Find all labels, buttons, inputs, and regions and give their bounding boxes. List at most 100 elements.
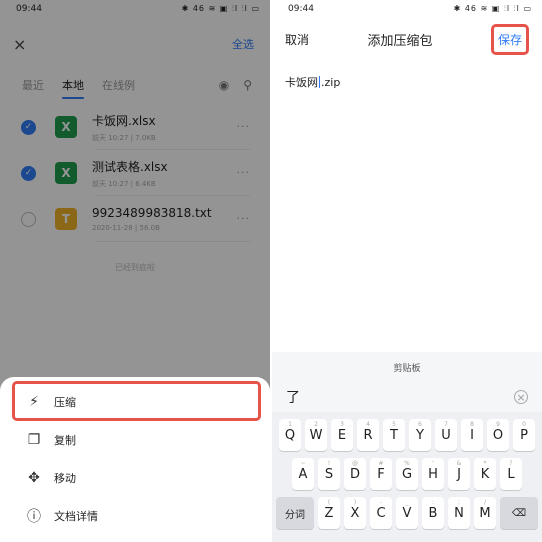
key-secondary-char: 3 [340, 421, 344, 428]
key-secondary-char: ( [327, 499, 331, 506]
key-v[interactable]: _ V [396, 497, 418, 529]
key-char: R [363, 427, 373, 443]
key-char: Z [324, 505, 334, 521]
key-char: J [457, 466, 461, 482]
key-i[interactable]: 8I [461, 419, 483, 451]
key-secondary-char: 7 [444, 421, 448, 428]
copy-label: 复制 [54, 434, 76, 447]
key-char: N [454, 505, 464, 521]
key-secondary-char: ? [509, 460, 513, 467]
top-bar: 取消 添加压缩包 保存 [272, 18, 542, 60]
key-row-1: 1Q2W3E4R5T6Y7U8I9O0P [272, 419, 542, 451]
key-row-3: 分词 (Z) X - C _ V: B; N / M ⌫ [272, 497, 542, 529]
key-char: X [350, 505, 360, 521]
page-title: 添加压缩包 [367, 33, 433, 49]
key-y[interactable]: 6Y [409, 419, 431, 451]
key-char: E [337, 427, 347, 443]
key-char: W [309, 427, 323, 443]
key-k[interactable]: * K [474, 458, 496, 490]
compress-label: 压缩 [54, 396, 76, 409]
key-p[interactable]: 0P [513, 419, 535, 451]
key-secondary-char: - [379, 499, 383, 506]
key-char: D [349, 466, 360, 482]
copy-action[interactable]: ❐ 复制 [0, 421, 270, 459]
key-char: I [470, 427, 474, 443]
key-o[interactable]: 9O [487, 419, 509, 451]
key-char: L [507, 466, 515, 482]
file-manager-screen: 09:44 ✱ 46 ≋ ▣ ⫶l ⫶l ▭ × 全选 最近 本地 在线例 ◉ … [0, 0, 270, 542]
key-char: M [479, 505, 491, 521]
key-e[interactable]: 3E [331, 419, 353, 451]
key-d[interactable]: @ D [344, 458, 366, 490]
key-u[interactable]: 7U [435, 419, 457, 451]
segment-key[interactable]: 分词 [276, 497, 314, 529]
move-icon: ✥ [28, 470, 40, 486]
doc-details-action[interactable]: ⓘ 文档详情 [0, 497, 270, 535]
key-secondary-char: / [483, 499, 487, 506]
key-secondary-char: ' [432, 460, 434, 467]
key-char: K [480, 466, 490, 482]
action-sheet: ⚡ 压缩 ❐ 复制 ✥ 移动 ⓘ 文档详情 [0, 377, 270, 542]
key-x[interactable]: ) X [344, 497, 366, 529]
key-m[interactable]: / M [474, 497, 496, 529]
key-char: Q [284, 427, 296, 443]
key-char: V [402, 505, 412, 521]
key-secondary-char: ; [457, 499, 461, 506]
key-char: H [428, 466, 438, 482]
candidate-bar: 了 × [272, 382, 542, 412]
key-g[interactable]: % G [396, 458, 418, 490]
key-secondary-char: % [404, 460, 410, 467]
key-char: Y [416, 427, 424, 443]
key-secondary-char: 6 [418, 421, 422, 428]
key-secondary-char: & [456, 460, 462, 467]
compress-action[interactable]: ⚡ 压缩 [0, 383, 270, 421]
key-b[interactable]: :B [422, 497, 444, 529]
key-char: O [492, 427, 504, 443]
key-secondary-char: ) [353, 499, 357, 506]
key-s[interactable]: ! S [318, 458, 340, 490]
key-secondary-char: 5 [392, 421, 396, 428]
save-button[interactable]: 保存 [490, 23, 529, 55]
archive-name-input[interactable]: 卡饭网 .zip [272, 60, 542, 352]
status-icons: ✱ 46 ≋ ▣ ⫶l ⫶l ▭ [453, 4, 532, 13]
archive-extension: .zip [321, 76, 341, 89]
key-c[interactable]: -C [370, 497, 392, 529]
compress-icon: ⚡ [29, 394, 39, 410]
key-n[interactable]: ; N [448, 497, 470, 529]
info-icon: ⓘ [27, 509, 41, 525]
move-label: 移动 [54, 472, 76, 485]
clear-candidate-icon[interactable]: × [514, 390, 528, 404]
cancel-button[interactable]: 取消 [285, 31, 309, 48]
key-q[interactable]: 1Q [279, 419, 301, 451]
add-archive-screen: 09:44 ✱ 46 ≋ ▣ ⫶l ⫶l ▭ 取消 添加压缩包 保存 卡饭网 .z… [272, 0, 542, 542]
backspace-key[interactable]: ⌫ [500, 497, 538, 529]
key-z[interactable]: (Z [318, 497, 340, 529]
key-j[interactable]: & J [448, 458, 470, 490]
key-r[interactable]: 4R [357, 419, 379, 451]
key-secondary-char: : [431, 499, 435, 506]
keyboard: 剪贴板 了 × 1Q2W3E4R5T6Y7U8I9O0P ~ A! S @ D # F% G '… [272, 352, 542, 542]
key-char: F [377, 466, 385, 482]
key-w[interactable]: 2W [305, 419, 327, 451]
key-char: T [390, 427, 398, 443]
key-secondary-char: 4 [366, 421, 370, 428]
key-row-2: ~ A! S @ D # F% G ' H & J * K? L [272, 458, 542, 490]
screenshot-root: 09:44 ✱ 46 ≋ ▣ ⫶l ⫶l ▭ × 全选 最近 本地 在线例 ◉ … [0, 0, 542, 542]
status-bar: 09:44 ✱ 46 ≋ ▣ ⫶l ⫶l ▭ [272, 0, 542, 18]
key-secondary-char: ! [327, 460, 331, 467]
key-secondary-char: @ [352, 460, 358, 467]
key-a[interactable]: ~ A [292, 458, 314, 490]
key-secondary-char: ~ [300, 460, 306, 467]
key-secondary-char: 8 [470, 421, 474, 428]
key-l[interactable]: ? L [500, 458, 522, 490]
key-t[interactable]: 5T [383, 419, 405, 451]
key-f[interactable]: # F [370, 458, 392, 490]
candidate-word[interactable]: 了 [286, 387, 300, 407]
doc-details-label: 文档详情 [54, 510, 98, 523]
key-secondary-char: 9 [496, 421, 500, 428]
key-h[interactable]: ' H [422, 458, 444, 490]
key-secondary-char: _ [405, 499, 409, 506]
clipboard-button[interactable]: 剪贴板 [272, 352, 542, 382]
key-secondary-char: 0 [522, 421, 526, 428]
move-action[interactable]: ✥ 移动 [0, 459, 270, 497]
